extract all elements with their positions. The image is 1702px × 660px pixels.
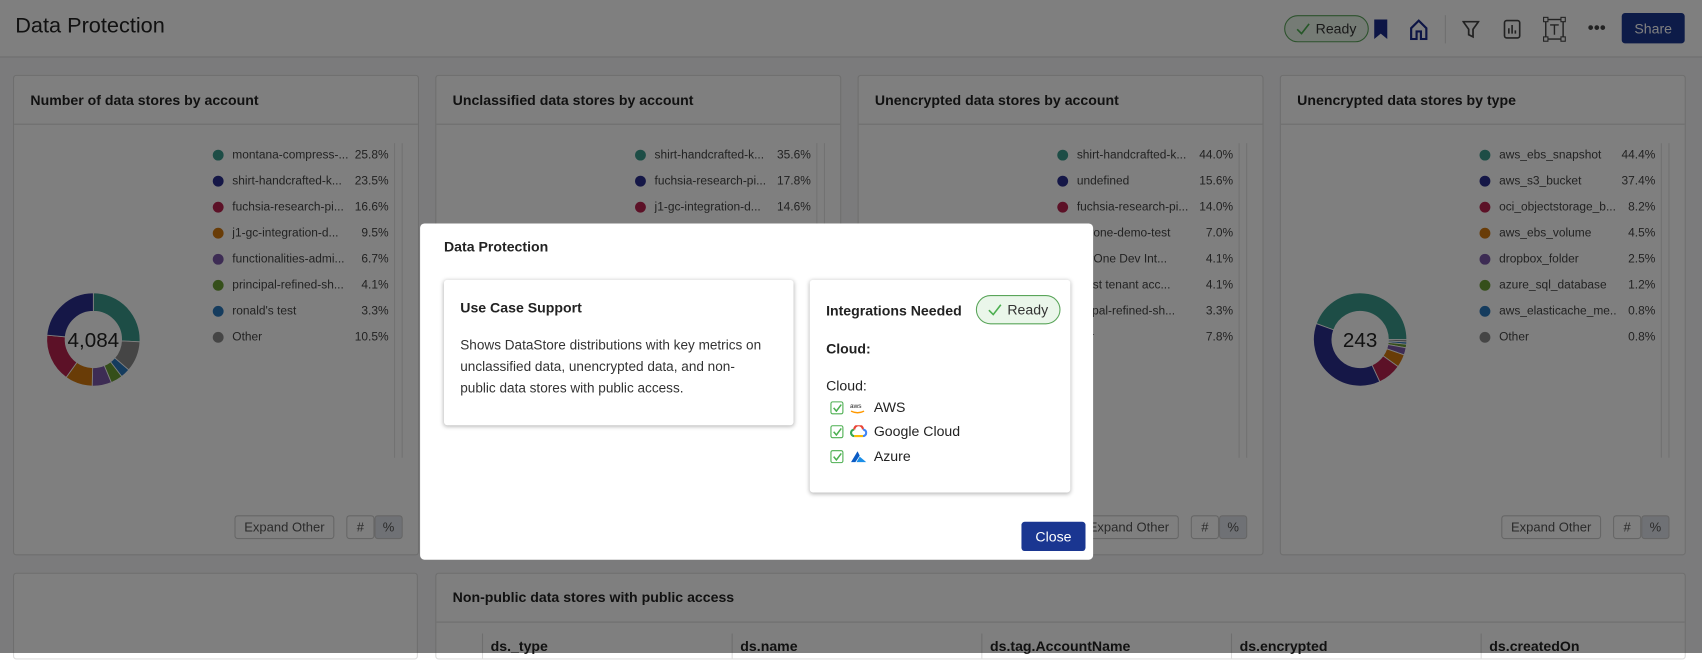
azure-icon <box>851 450 867 462</box>
integrations-status-badge: Ready <box>975 295 1061 325</box>
provider-name: Azure <box>873 447 911 465</box>
cloud-heading: Cloud: <box>826 340 871 357</box>
use-case-title: Use Case Support <box>460 299 582 316</box>
use-case-description: Shows DataStore distributions with key m… <box>460 337 762 396</box>
integrations-title: Integrations Needed <box>826 302 962 319</box>
info-modal: Data Protection Use Case Support Shows D… <box>420 223 1094 560</box>
google-cloud-icon <box>850 424 868 437</box>
svg-text:aws: aws <box>850 402 862 409</box>
integrations-card: Integrations Needed Ready Cloud: Cloud: … <box>809 279 1071 493</box>
use-case-card: Use Case Support Shows DataStore distrib… <box>443 279 794 426</box>
checkbox-checked-icon <box>830 424 844 438</box>
provider-aws: aws AWS <box>830 399 905 415</box>
close-button[interactable]: Close <box>1021 521 1086 552</box>
status-text: Ready <box>1007 301 1049 318</box>
provider-google-cloud: Google Cloud <box>830 423 960 439</box>
provider-name: Google Cloud <box>873 423 961 440</box>
modal-title: Data Protection <box>443 238 549 255</box>
checkbox-checked-icon <box>830 449 844 463</box>
provider-azure: Azure <box>830 447 911 465</box>
provider-name: AWS <box>873 399 906 416</box>
cloud-label: Cloud: <box>826 377 867 394</box>
check-icon <box>988 304 1002 316</box>
aws-icon: aws <box>850 402 865 413</box>
checkbox-checked-icon <box>830 400 844 414</box>
